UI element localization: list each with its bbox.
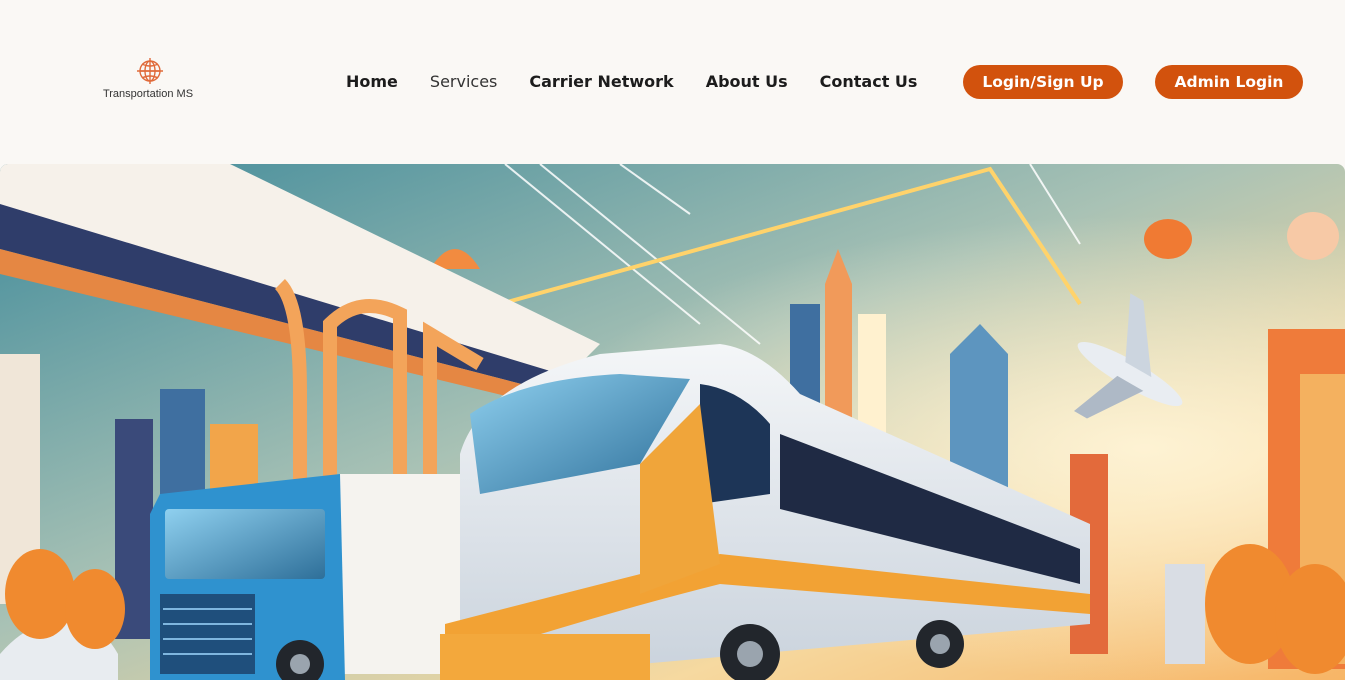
nav-about-us[interactable]: About Us bbox=[706, 72, 788, 91]
nav-home[interactable]: Home bbox=[346, 72, 398, 91]
admin-login-button[interactable]: Admin Login bbox=[1155, 65, 1303, 99]
nav-carrier-network[interactable]: Carrier Network bbox=[529, 72, 673, 91]
nav-services[interactable]: Services bbox=[430, 72, 497, 91]
nav-contact-us[interactable]: Contact Us bbox=[820, 72, 918, 91]
hero-banner bbox=[0, 164, 1345, 680]
brand-name: Transportation MS bbox=[102, 88, 194, 100]
globe-icon bbox=[137, 58, 163, 84]
site-header: Transportation MS Home Services Carrier … bbox=[0, 0, 1345, 164]
transport-illustration bbox=[0, 164, 1345, 680]
login-signup-button[interactable]: Login/Sign Up bbox=[963, 65, 1123, 99]
main-nav: Home Services Carrier Network About Us C… bbox=[346, 72, 917, 91]
brand-logo[interactable]: Transportation MS bbox=[100, 56, 200, 100]
